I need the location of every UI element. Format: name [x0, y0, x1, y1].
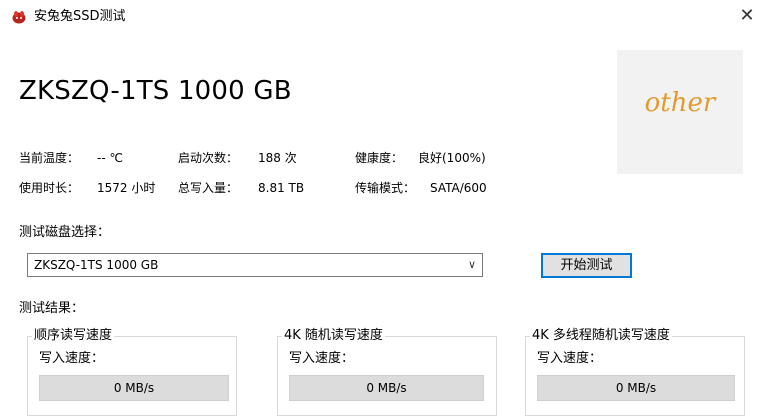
boot-count-label: 启动次数： — [178, 151, 239, 165]
group-title: 4K 多线程随机读写速度 — [530, 327, 672, 345]
multithread-4k-speed-group: 4K 多线程随机读写速度 写入速度： 0 MB/s — [525, 327, 745, 416]
health-label: 健康度： — [355, 151, 404, 165]
write-speed-value: 0 MB/s — [289, 375, 484, 401]
transfer-mode-value: SATA/600 — [430, 181, 487, 195]
disk-select-value: ZKSZQ-1TS 1000 GB — [34, 258, 159, 272]
write-speed-label: 写入速度： — [537, 351, 603, 366]
total-write-value: 8.81 TB — [258, 181, 305, 195]
sequential-speed-group: 顺序读写速度 写入速度： 0 MB/s — [27, 327, 237, 416]
usage-time-value: 1572 小时 — [97, 181, 156, 195]
write-speed-value: 0 MB/s — [537, 375, 735, 401]
write-speed-value: 0 MB/s — [39, 375, 229, 401]
start-test-button[interactable]: 开始测试 — [541, 253, 632, 278]
health-value: 良好(100%) — [418, 151, 486, 165]
disk-model-title: ZKSZQ-1TS 1000 GB — [19, 76, 292, 106]
close-icon[interactable]: ✕ — [736, 4, 758, 28]
random-4k-speed-group: 4K 随机读写速度 写入速度： 0 MB/s — [277, 327, 497, 416]
group-title: 4K 随机读写速度 — [282, 327, 385, 345]
group-title: 顺序读写速度 — [32, 327, 115, 345]
disk-select-dropdown[interactable]: ZKSZQ-1TS 1000 GB ∨ — [27, 253, 483, 277]
disk-select-label: 测试磁盘选择： — [19, 225, 111, 240]
boot-count-value: 188 次 — [258, 151, 297, 165]
transfer-mode-label: 传输模式： — [355, 181, 416, 195]
results-label: 测试结果： — [19, 301, 85, 316]
window-title: 安兔兔SSD测试 — [34, 9, 126, 24]
usage-time-label: 使用时长： — [19, 181, 80, 195]
write-speed-label: 写入速度： — [39, 351, 105, 366]
brand-logo: other — [617, 50, 743, 174]
temperature-label: 当前温度： — [19, 151, 80, 165]
antutu-icon — [12, 11, 26, 24]
chevron-down-icon: ∨ — [467, 258, 476, 271]
temperature-value: -- ℃ — [97, 151, 123, 165]
write-speed-label: 写入速度： — [289, 351, 355, 366]
total-write-label: 总写入量： — [178, 181, 239, 195]
brand-logo-text: other — [644, 88, 716, 118]
